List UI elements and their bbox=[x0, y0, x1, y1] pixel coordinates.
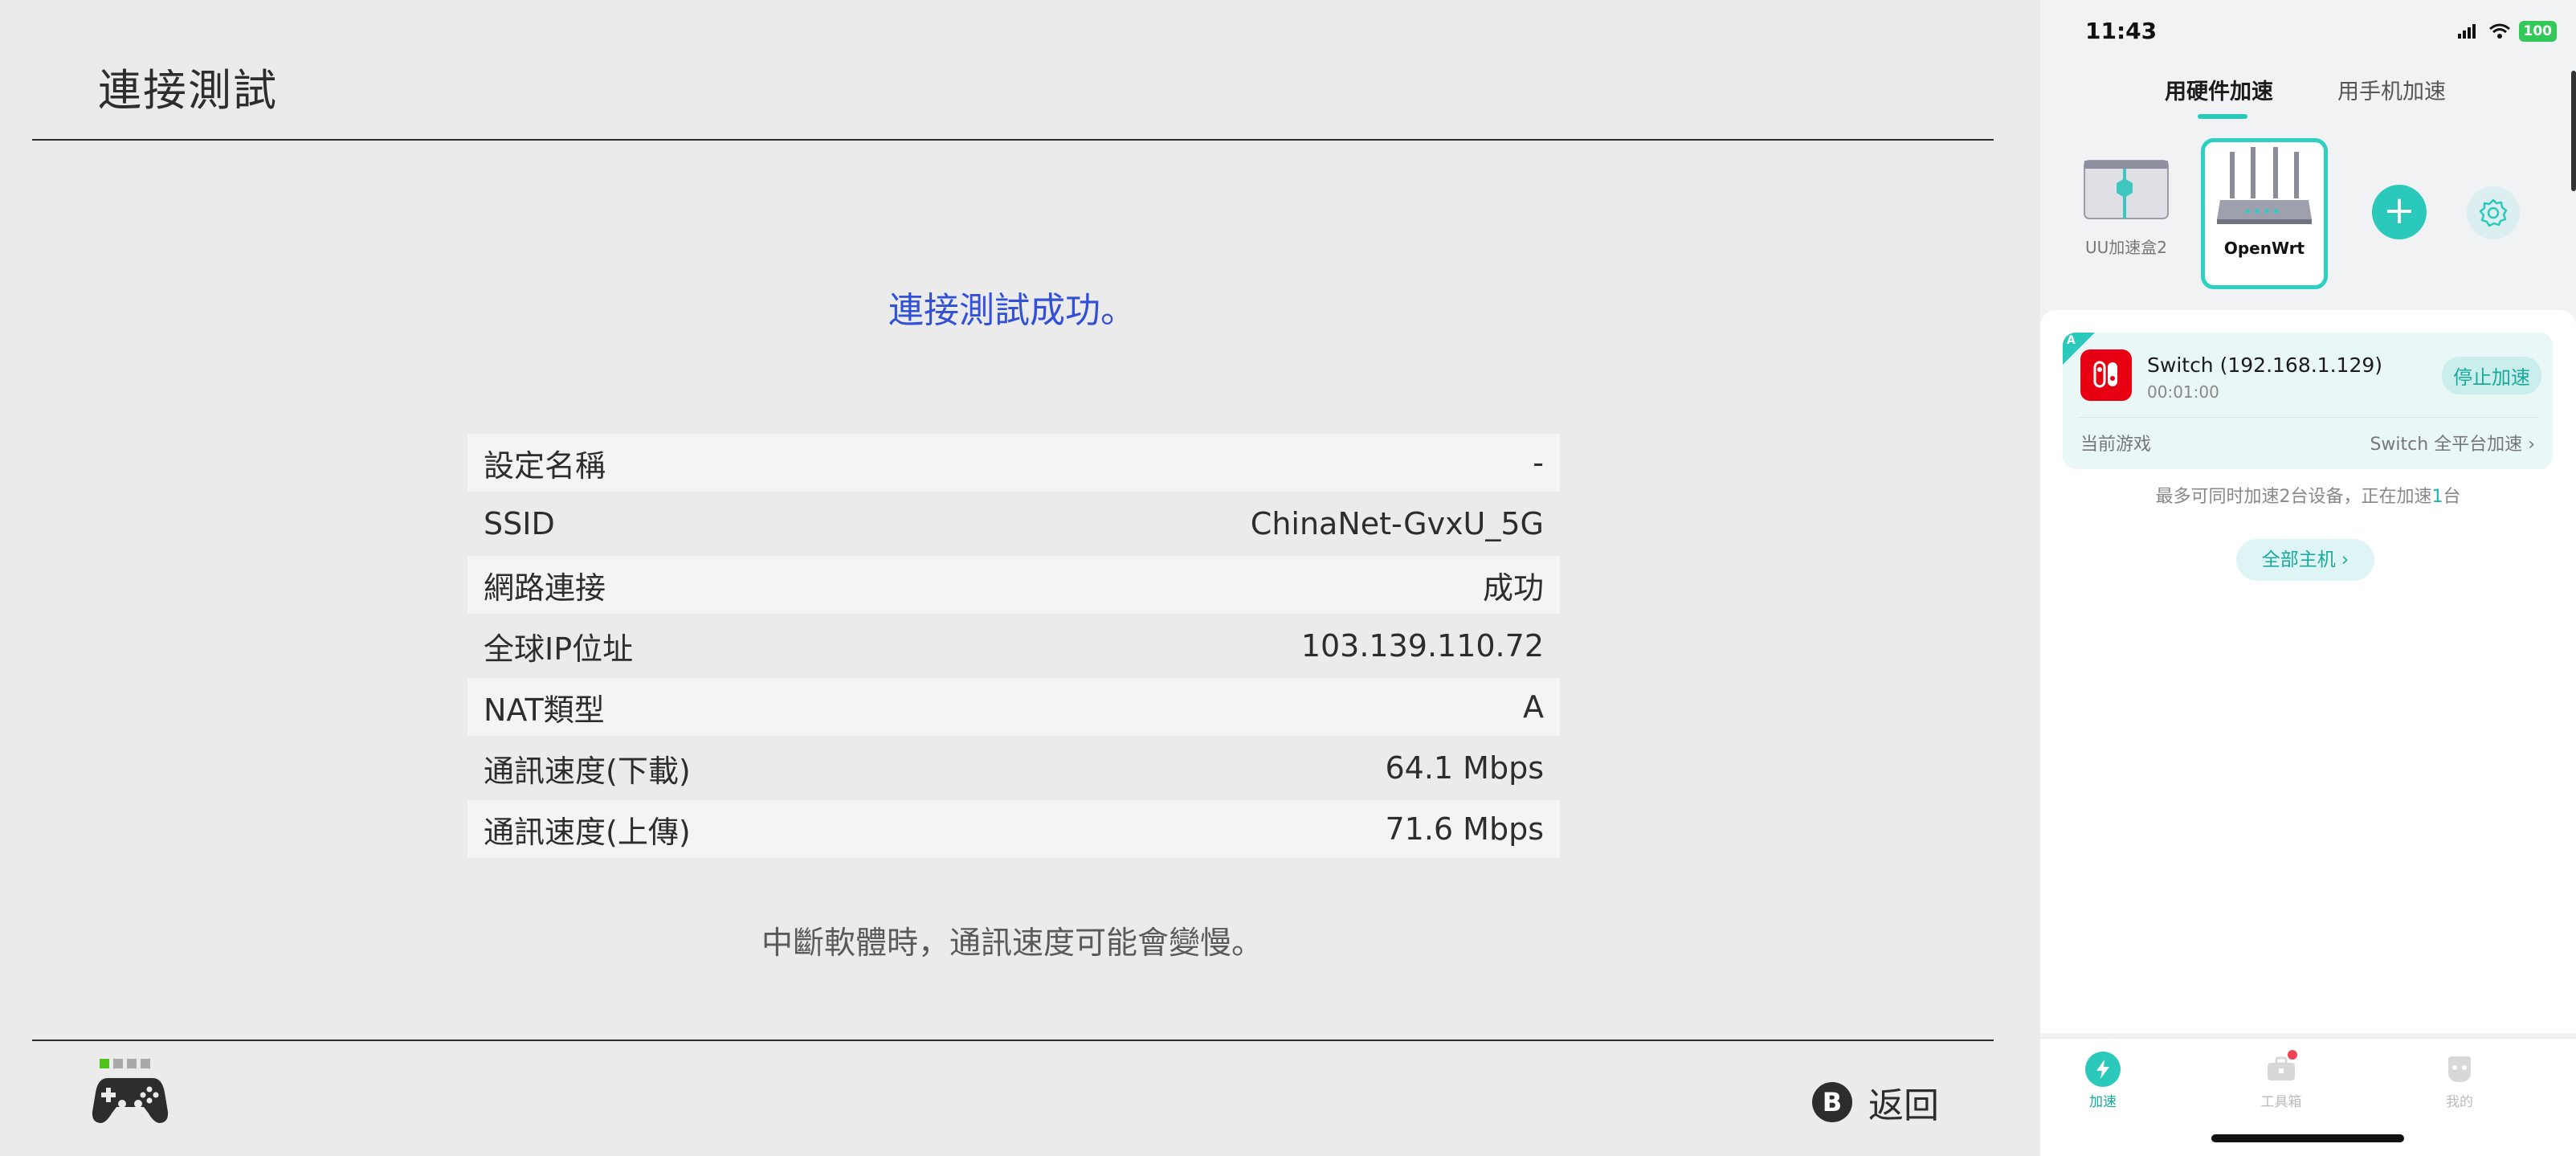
table-row: NAT類型 A bbox=[467, 678, 1560, 736]
device-uu-box[interactable]: UU加速盒2 bbox=[2074, 149, 2178, 258]
lightning-icon bbox=[2085, 1052, 2121, 1087]
all-hosts-label: 全部主机 bbox=[2261, 549, 2336, 570]
row-label: NAT類型 bbox=[484, 692, 605, 728]
nav-label: 我的 bbox=[2446, 1094, 2473, 1110]
active-tab-indicator bbox=[2198, 114, 2247, 119]
accelerating-device-card: A Switch (192.168.1.129) 00:01:00 停止加速 当… bbox=[2063, 333, 2553, 469]
battery-icon: 100 bbox=[2518, 21, 2557, 42]
row-value: A bbox=[1523, 689, 1544, 725]
table-row: 網路連接 成功 bbox=[467, 556, 1560, 614]
status-bar: 11:43 100 bbox=[2040, 0, 2576, 64]
nav-label: 加速 bbox=[2089, 1094, 2117, 1110]
back-button[interactable]: B 返回 bbox=[1812, 1076, 1939, 1128]
tab-phone-accel[interactable]: 用手机加速 bbox=[2337, 74, 2446, 105]
home-indicator bbox=[2211, 1134, 2404, 1142]
add-device-button[interactable]: + bbox=[2372, 185, 2427, 239]
nav-toolbox[interactable]: 工具箱 bbox=[2241, 1050, 2321, 1110]
switch-connection-test-screen: 連接測試 連接測試成功。 設定名稱 - SSID ChinaNet-GvxU_5… bbox=[0, 0, 2040, 1156]
b-button-icon: B bbox=[1812, 1082, 1852, 1122]
current-game-value: Switch 全平台加速 bbox=[2370, 435, 2523, 455]
nintendo-switch-icon bbox=[2080, 349, 2132, 401]
limit-prefix: 最多可同时加速2台设备，正在加速 bbox=[2155, 487, 2432, 507]
row-label: 全球IP位址 bbox=[484, 631, 634, 667]
row-value: 成功 bbox=[1482, 570, 1544, 606]
chevron-right-icon: › bbox=[2528, 435, 2535, 455]
row-label: SSID bbox=[484, 506, 555, 541]
row-value: 103.139.110.72 bbox=[1300, 628, 1544, 664]
row-value: ChinaNet-GvxU_5G bbox=[1250, 506, 1544, 541]
row-label: 通訊速度(上傳) bbox=[484, 814, 691, 850]
mode-tabs: 用硬件加速 用手机加速 bbox=[2040, 74, 2576, 122]
page-title: 連接測試 bbox=[98, 65, 278, 116]
accel-limit-text: 最多可同时加速2台设备，正在加速1台 bbox=[2040, 482, 2576, 508]
card-divider bbox=[2077, 417, 2538, 418]
row-label: 網路連接 bbox=[484, 570, 606, 606]
card-flag-label: A bbox=[2067, 334, 2076, 347]
tab-hardware-accel[interactable]: 用硬件加速 bbox=[2165, 74, 2273, 105]
nav-label: 工具箱 bbox=[2260, 1094, 2302, 1110]
all-hosts-button[interactable]: 全部主机 › bbox=[2236, 539, 2374, 581]
nav-accelerate[interactable]: 加速 bbox=[2063, 1052, 2143, 1110]
toolbox-icon bbox=[2264, 1050, 2299, 1087]
main-content: A Switch (192.168.1.129) 00:01:00 停止加速 当… bbox=[2040, 310, 2576, 1033]
results-table: 設定名稱 - SSID ChinaNet-GvxU_5G 網路連接 成功 全球I… bbox=[467, 434, 1560, 861]
uu-box-icon bbox=[2084, 160, 2169, 219]
table-row: 通訊速度(下載) 64.1 Mbps bbox=[467, 739, 1560, 797]
row-value: 64.1 Mbps bbox=[1385, 750, 1544, 786]
router-icon bbox=[2217, 147, 2312, 224]
limit-suffix: 台 bbox=[2443, 487, 2461, 507]
uu-booster-app: 11:43 100 用硬件加速 用手机加速 UU加速盒2 OpenWrt + A… bbox=[2040, 0, 2576, 1156]
table-row: 通訊速度(上傳) 71.6 Mbps bbox=[467, 800, 1560, 858]
row-value: 71.6 Mbps bbox=[1385, 811, 1544, 847]
gear-icon bbox=[2479, 198, 2508, 227]
back-label: 返回 bbox=[1868, 1085, 1939, 1126]
device-name: Switch (192.168.1.129) bbox=[2147, 353, 2383, 377]
table-row: 設定名稱 - bbox=[467, 434, 1560, 492]
table-row: 全球IP位址 103.139.110.72 bbox=[467, 617, 1560, 675]
device-openwrt[interactable]: OpenWrt bbox=[2201, 138, 2328, 289]
signal-icon bbox=[2457, 24, 2476, 39]
current-game-label: 当前游戏 bbox=[2080, 435, 2152, 455]
status-icons: 100 bbox=[2457, 21, 2557, 42]
notification-dot bbox=[2288, 1050, 2297, 1060]
footer-divider bbox=[32, 1040, 1994, 1041]
row-value: - bbox=[1533, 445, 1544, 480]
controller-icon bbox=[92, 1078, 169, 1123]
success-message: 連接測試成功。 bbox=[888, 290, 1136, 331]
stop-accel-button[interactable]: 停止加速 bbox=[2442, 357, 2541, 394]
wifi-icon bbox=[2488, 23, 2510, 39]
nav-profile[interactable]: 我的 bbox=[2419, 1052, 2500, 1110]
profile-icon bbox=[2442, 1052, 2477, 1087]
current-game-link[interactable]: Switch 全平台加速 › bbox=[2370, 430, 2535, 455]
limit-count: 1 bbox=[2431, 487, 2443, 507]
row-label: 設定名稱 bbox=[484, 447, 606, 484]
header-divider bbox=[32, 139, 1994, 141]
elapsed-time: 00:01:00 bbox=[2147, 382, 2219, 402]
table-row: SSID ChinaNet-GvxU_5G bbox=[467, 495, 1560, 553]
speed-note: 中斷軟體時，通訊速度可能會變慢。 bbox=[761, 925, 1263, 962]
row-label: 通訊速度(下載) bbox=[484, 753, 691, 789]
device-label: OpenWrt bbox=[2223, 239, 2305, 258]
chevron-right-icon: › bbox=[2341, 549, 2349, 570]
settings-button[interactable] bbox=[2467, 186, 2520, 239]
device-selector: UU加速盒2 OpenWrt + bbox=[2040, 137, 2576, 297]
clock: 11:43 bbox=[2085, 18, 2158, 44]
device-label: UU加速盒2 bbox=[2084, 238, 2167, 257]
